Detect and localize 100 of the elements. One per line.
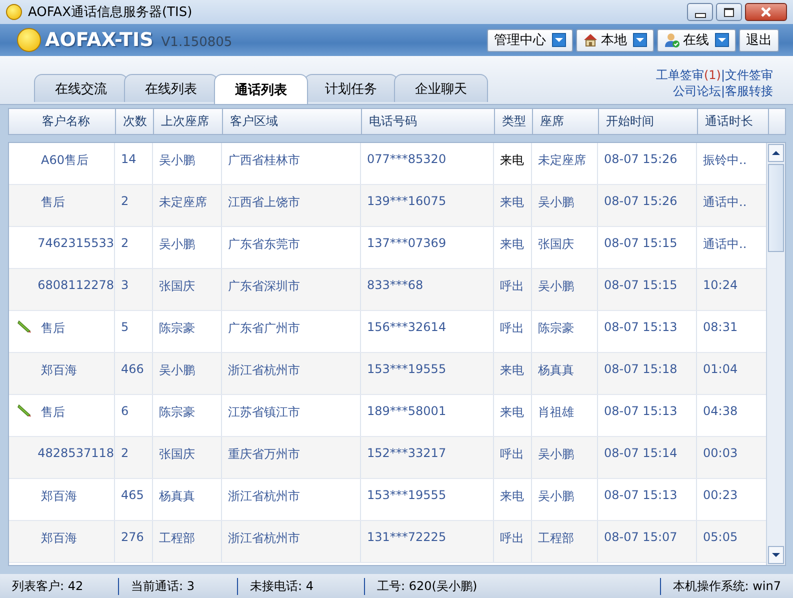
table-cell: 077***85320 xyxy=(367,152,446,166)
column-header[interactable]: 座席 xyxy=(533,109,599,134)
table-cell: 陈宗豪 xyxy=(159,320,195,337)
column-header[interactable]: 开始时间 xyxy=(599,109,698,134)
table-cell: 04:38 xyxy=(703,404,738,418)
table-cell: 吴小鹏 xyxy=(159,236,195,253)
tab[interactable]: 计划任务 xyxy=(304,74,398,102)
scrollbar[interactable] xyxy=(766,143,785,565)
tab[interactable]: 通话列表 xyxy=(214,74,308,104)
table-cell: 08-07 15:15 xyxy=(604,236,678,250)
app-icon xyxy=(6,4,22,20)
table-cell: 08-07 15:07 xyxy=(604,530,678,544)
column-header[interactable]: 客户区域 xyxy=(223,109,362,134)
close-button[interactable] xyxy=(745,3,787,21)
user-icon xyxy=(664,32,680,48)
table-cell: 郑百海 xyxy=(41,488,77,505)
table-cell: 6 xyxy=(121,404,129,418)
table-cell: 江苏省镇江市 xyxy=(228,404,300,421)
column-header[interactable]: 上次座席 xyxy=(154,109,223,134)
table-cell: 通话中.. xyxy=(703,236,747,253)
table-cell: 08-07 15:18 xyxy=(604,362,678,376)
window-title: AOFAX通话信息服务器(TIS) xyxy=(28,4,194,21)
tab[interactable]: 在线交流 xyxy=(34,74,128,102)
column-header[interactable]: 通话时长 xyxy=(698,109,769,134)
table-cell: 08-07 15:13 xyxy=(604,488,678,502)
table-cell: 肖祖雄 xyxy=(538,404,574,421)
table-cell: 吴小鹏 xyxy=(159,362,195,379)
scroll-up-icon[interactable] xyxy=(768,144,784,162)
table-cell: 重庆省万州市 xyxy=(228,446,300,463)
house-icon xyxy=(583,33,598,47)
column-header[interactable]: 类型 xyxy=(495,109,533,134)
close-icon xyxy=(760,7,772,17)
table-cell: 131***72225 xyxy=(367,530,446,544)
version-label: V1.150805 xyxy=(161,34,234,50)
table-cell: 465 xyxy=(121,488,144,502)
table-cell: 08-07 15:13 xyxy=(604,404,678,418)
separator: | xyxy=(720,67,725,83)
table-cell: 08-07 15:26 xyxy=(604,152,678,166)
status-text: 本机操作系统: win7 xyxy=(660,578,793,594)
table-cell: 276 xyxy=(121,530,144,544)
table-cell: 吴小鹏 xyxy=(538,278,574,295)
header-button[interactable]: 本地 xyxy=(576,28,654,52)
table-cell: 广东省广州市 xyxy=(228,320,300,337)
table-cell: 137***07369 xyxy=(367,236,446,250)
table-cell: 呼出 xyxy=(500,278,524,295)
table-cell: 5 xyxy=(121,320,129,334)
table-cell: 通话中.. xyxy=(703,194,747,211)
table-cell: 江西省上饶市 xyxy=(228,194,300,211)
table-cell: 08-07 15:14 xyxy=(604,446,678,460)
table-cell: 10:24 xyxy=(703,278,738,292)
link[interactable]: 客服转接 xyxy=(725,83,773,99)
table-cell: 08-07 15:26 xyxy=(604,194,678,208)
table-cell: 售后 xyxy=(41,404,65,421)
table-cell: 工程部 xyxy=(538,530,574,547)
table-cell: 00:23 xyxy=(703,488,738,502)
minimize-button[interactable] xyxy=(687,3,713,21)
logo-icon xyxy=(17,28,41,52)
table-cell: 张国庆 xyxy=(159,446,195,463)
table-cell: 08-07 15:13 xyxy=(604,320,678,334)
maximize-button[interactable] xyxy=(716,3,742,21)
link[interactable]: 工单签审 xyxy=(656,67,704,83)
table-cell: 14 xyxy=(121,152,136,166)
table-cell: 张国庆 xyxy=(538,236,574,253)
table-cell: 01:04 xyxy=(703,362,738,376)
table-cell: 浙江省杭州市 xyxy=(228,488,300,505)
table-cell: 05:05 xyxy=(703,530,738,544)
scroll-down-icon[interactable] xyxy=(768,546,784,564)
table-cell: 张国庆 xyxy=(159,278,195,295)
table-cell: 来电 xyxy=(500,404,524,421)
link[interactable]: 公司论坛 xyxy=(672,83,721,99)
table-cell: 来电 xyxy=(500,152,524,169)
column-header[interactable]: 次数 xyxy=(116,109,154,134)
scroll-thumb[interactable] xyxy=(768,164,784,252)
header-button[interactable]: 退出 xyxy=(739,28,779,52)
status-text: 工号: 620(吴小鹏) xyxy=(376,578,478,594)
tab[interactable]: 企业聊天 xyxy=(394,74,488,102)
table-cell: 广东省东莞市 xyxy=(228,236,300,253)
link[interactable]: 文件签审 xyxy=(725,67,773,83)
column-header[interactable]: 电话号码 xyxy=(362,109,495,134)
table-cell: 广西省桂林市 xyxy=(228,152,300,169)
column-header[interactable]: 客户名称 xyxy=(9,109,116,134)
status-text: 列表客户: 42 xyxy=(0,578,119,594)
table-cell: 广东省深圳市 xyxy=(228,278,300,295)
header-button[interactable]: 管理中心 xyxy=(487,28,573,52)
table-cell: 00:03 xyxy=(703,446,738,460)
table-cell: 吴小鹏 xyxy=(538,194,574,211)
table-cell: 139***16075 xyxy=(367,194,446,208)
table-cell: 来电 xyxy=(500,488,524,505)
table-cell: 郑百海 xyxy=(41,530,77,547)
table-cell: 售后 xyxy=(41,320,65,337)
table-cell: A60售后 xyxy=(41,152,88,169)
table-cell: 未定座席 xyxy=(159,194,207,211)
table-cell: 售后 xyxy=(41,194,65,211)
header-button[interactable]: 在线 xyxy=(657,28,736,52)
table-cell: 来电 xyxy=(500,194,524,211)
table-cell: 153***19555 xyxy=(367,362,446,376)
tab[interactable]: 在线列表 xyxy=(124,74,218,102)
table-cell: 3 xyxy=(121,278,129,292)
table-cell: 2 xyxy=(121,446,129,460)
table-cell: 吴小鹏 xyxy=(538,446,574,463)
